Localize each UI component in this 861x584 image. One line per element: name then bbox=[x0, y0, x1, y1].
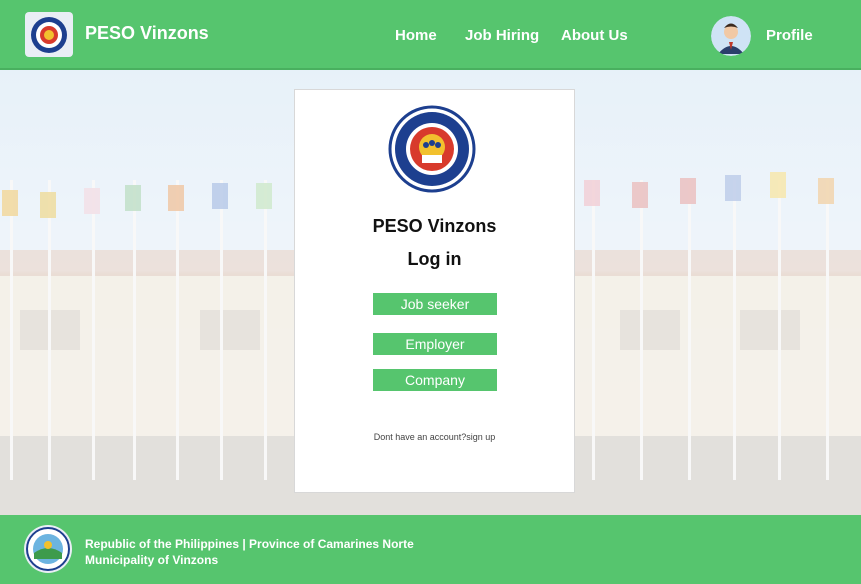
employer-button[interactable]: Employer bbox=[373, 333, 497, 355]
company-button[interactable]: Company bbox=[373, 369, 497, 391]
job-seeker-button[interactable]: Job seeker bbox=[373, 293, 497, 315]
footer-municipality-line: Municipality of Vinzons bbox=[85, 553, 219, 567]
user-avatar-icon[interactable] bbox=[711, 16, 751, 56]
signup-link[interactable]: Dont have an account?sign up bbox=[295, 432, 574, 442]
nav-home[interactable]: Home bbox=[395, 27, 437, 44]
municipality-seal-icon bbox=[24, 525, 72, 573]
login-heading: Log in bbox=[407, 249, 462, 269]
nav-about-us[interactable]: About Us bbox=[561, 27, 628, 44]
footer: Republic of the Philippines | Province o… bbox=[0, 515, 861, 584]
municipality-seal-icon[interactable] bbox=[25, 12, 73, 57]
brand-title[interactable]: PESO Vinzons bbox=[85, 23, 209, 44]
profile-link[interactable]: Profile bbox=[766, 27, 813, 44]
login-brand-title: PESO Vinzons bbox=[372, 216, 497, 236]
footer-government-line: Republic of the Philippines | Province o… bbox=[85, 537, 414, 551]
peso-seal-icon bbox=[388, 105, 476, 193]
login-card: PESO Vinzons Log in Job seeker Employer … bbox=[294, 89, 575, 493]
top-navbar: PESO Vinzons Home Job Hiring About Us Pr… bbox=[0, 0, 861, 70]
nav-job-hiring[interactable]: Job Hiring bbox=[465, 27, 539, 44]
